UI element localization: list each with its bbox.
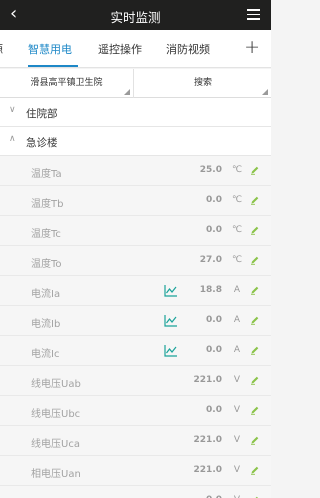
chevron-down-icon: ∨ (9, 105, 16, 115)
trend-chart-icon[interactable] (164, 314, 178, 327)
measurement-row[interactable]: 电流Ia 18.8 A (0, 276, 271, 306)
group-label: 急诊楼 (26, 137, 58, 149)
edit-pencil-icon[interactable] (250, 375, 260, 385)
tab-bar: 源 智慧用电 遥控操作 消防视频 + (0, 30, 271, 68)
chevron-up-icon: ∧ (9, 134, 16, 144)
hamburger-menu-icon[interactable] (247, 9, 260, 20)
hospital-selector-label: 滑县高平镇卫生院 (30, 78, 103, 88)
trend-chart-icon[interactable] (164, 284, 178, 297)
edit-pencil-icon[interactable] (250, 405, 260, 415)
edit-pencil-icon[interactable] (250, 285, 260, 295)
measurement-unit: V (233, 465, 241, 475)
measurement-row[interactable]: 相电压Uan 221.0 V (0, 456, 271, 486)
dropdown-corner-icon (262, 89, 268, 95)
measurement-unit: V (233, 435, 241, 445)
top-bar: ‹ 实时监测 (0, 0, 271, 30)
measurement-unit: ℃ (231, 165, 243, 175)
measurement-name: 温度Tc (31, 229, 61, 240)
hospital-selector[interactable]: 滑县高平镇卫生院 (0, 69, 134, 98)
edit-pencil-icon[interactable] (250, 225, 260, 235)
measurement-row[interactable]: 温度To 27.0 ℃ (0, 246, 271, 276)
measurement-row[interactable]: 温度Ta 25.0 ℃ (0, 156, 271, 186)
measurement-unit: A (233, 345, 241, 355)
measurement-name: 电流Ia (31, 289, 61, 300)
edit-pencil-icon[interactable] (250, 195, 260, 205)
measurement-row[interactable]: 温度Tc 0.0 ℃ (0, 216, 271, 246)
measurement-unit: ℃ (231, 195, 243, 205)
measurement-value: 221.0 (193, 435, 222, 445)
measurement-unit: A (233, 285, 241, 295)
edit-pencil-icon[interactable] (250, 465, 260, 475)
edit-pencil-icon[interactable] (250, 315, 260, 325)
tab-fire-video[interactable]: 消防视频 (166, 41, 210, 57)
measurement-name: 线电压Ubc (31, 409, 81, 420)
edit-pencil-icon[interactable] (250, 255, 260, 265)
filter-bar: 滑县高平镇卫生院 搜索 (0, 69, 271, 98)
dropdown-corner-icon (124, 89, 130, 95)
measurement-row[interactable]: 温度Tb 0.0 ℃ (0, 186, 271, 216)
active-tab-indicator (28, 65, 78, 67)
tab-remote-control[interactable]: 遥控操作 (98, 41, 142, 57)
measurement-row[interactable]: 线电压Ubc 0.0 V (0, 396, 271, 426)
search-selector[interactable]: 搜索 (135, 69, 271, 98)
measurement-name: 温度To (31, 259, 62, 270)
tab-source[interactable]: 源 (0, 41, 3, 57)
measurement-value: 221.0 (193, 465, 222, 475)
measurement-value: 0.0 (206, 405, 222, 415)
measurement-value: 0.0 (206, 345, 222, 355)
measurement-value: 0.0 (206, 315, 222, 325)
measurement-row[interactable]: 线电压Uab 221.0 V (0, 366, 271, 396)
tab-smart-power[interactable]: 智慧用电 (28, 41, 72, 57)
measurement-name: 温度Tb (31, 199, 64, 210)
edit-pencil-icon[interactable] (250, 345, 260, 355)
add-tab-button[interactable]: + (244, 34, 260, 60)
measurement-name: 线电压Uca (31, 439, 80, 450)
group-inpatient[interactable]: ∨ 住院部 (0, 98, 271, 127)
measurement-row[interactable]: 电流Ic 0.0 A (0, 336, 271, 366)
measurement-unit: A (233, 315, 241, 325)
group-emergency[interactable]: ∧ 急诊楼 (0, 127, 271, 156)
page-title: 实时监测 (110, 10, 161, 25)
measurement-value: 18.8 (199, 285, 222, 295)
measurement-value: 25.0 (199, 165, 222, 175)
measurement-name: 线电压Uab (31, 379, 81, 390)
measurement-value: 0.0 (206, 195, 222, 205)
measurement-name: 温度Ta (31, 169, 62, 180)
measurement-unit: V (233, 375, 241, 385)
measurement-name: 相电压Uan (31, 469, 81, 480)
measurement-unit: ℃ (231, 225, 243, 235)
edit-pencil-icon[interactable] (250, 165, 260, 175)
measurement-value: 0.0 (206, 225, 222, 235)
measurement-value: 27.0 (199, 255, 222, 265)
measurement-row[interactable]: 线电压Uca 221.0 V (0, 426, 271, 456)
search-selector-label: 搜索 (193, 78, 212, 88)
edit-pencil-icon[interactable] (250, 435, 260, 445)
measurement-name: 电流Ib (31, 319, 61, 330)
measurement-value: 221.0 (193, 375, 222, 385)
trend-chart-icon[interactable] (164, 344, 178, 357)
measurement-row[interactable]: 相电压Ubn0.0V (0, 486, 271, 498)
measurement-unit: V (233, 405, 241, 415)
measurement-row[interactable]: 电流Ib 0.0 A (0, 306, 271, 336)
measurement-unit: ℃ (231, 255, 243, 265)
measurement-name: 电流Ic (31, 349, 60, 360)
group-label: 住院部 (26, 108, 58, 120)
